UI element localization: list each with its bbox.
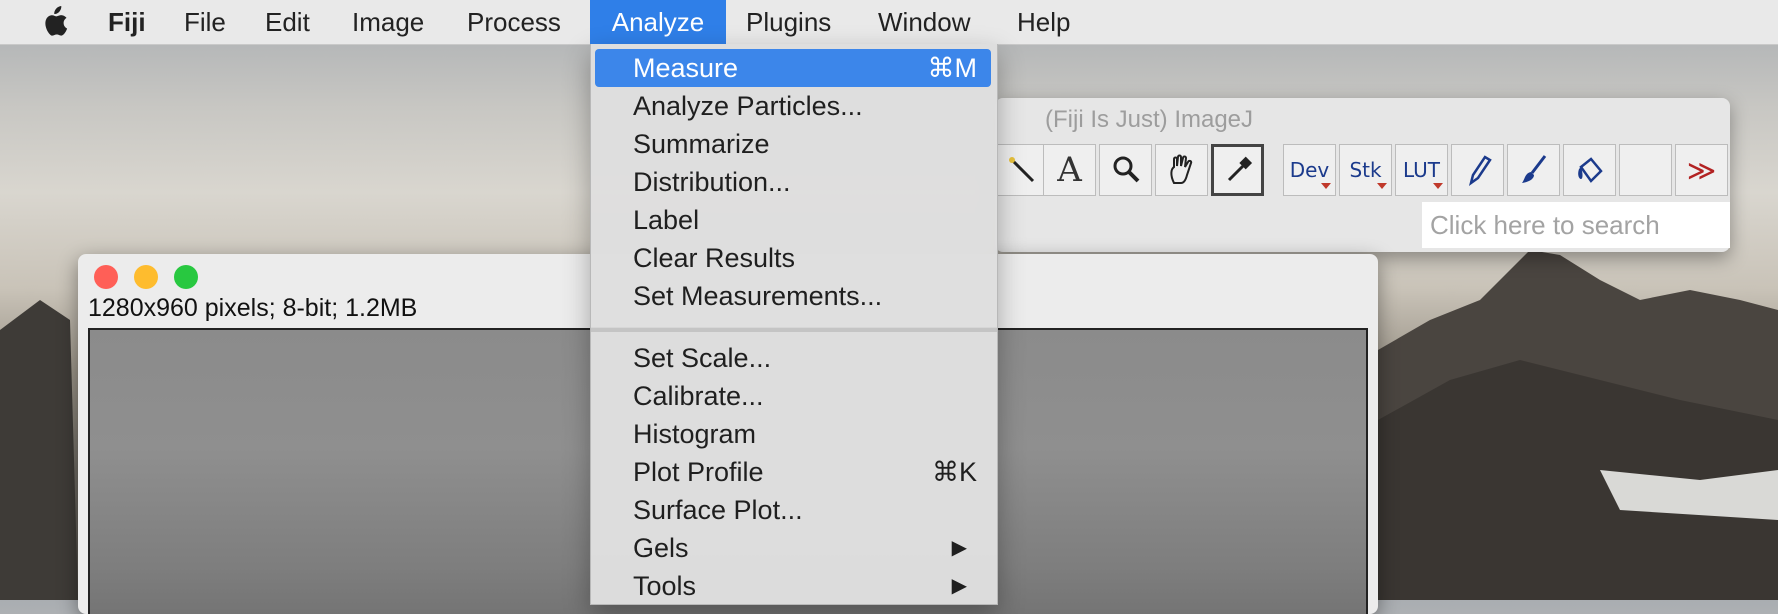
zoom-button[interactable]	[174, 265, 198, 289]
menu-item-label[interactable]: Label	[595, 201, 991, 239]
more-tools-icon[interactable]: ≫	[1675, 144, 1728, 196]
menu-fiji[interactable]: Fiji	[108, 0, 146, 44]
menu-item-set-measurements[interactable]: Set Measurements...	[595, 277, 991, 315]
apple-icon[interactable]	[40, 0, 68, 44]
menu-item-histogram[interactable]: Histogram	[595, 415, 991, 453]
menu-edit[interactable]: Edit	[265, 0, 310, 44]
text-tool-icon[interactable]: A	[1043, 144, 1096, 196]
menu-item-clear-results[interactable]: Clear Results	[595, 239, 991, 277]
menu-separator	[591, 327, 997, 332]
imagej-toolbar-window: (Fiji Is Just) ImageJ A Dev Stk LUT ≫ Cl…	[995, 98, 1730, 252]
menu-item-gels[interactable]: Gels ▶	[595, 529, 991, 567]
menu-image[interactable]: Image	[352, 0, 424, 44]
hand-tool-icon[interactable]	[1155, 144, 1208, 196]
brush-tool-icon[interactable]	[1507, 144, 1560, 196]
menu-analyze[interactable]: Analyze	[590, 0, 726, 44]
menu-item-measure[interactable]: Measure ⌘M	[595, 49, 991, 87]
menu-plugins[interactable]: Plugins	[746, 0, 831, 44]
image-info-text: 1280x960 pixels; 8-bit; 1.2MB	[88, 294, 418, 322]
submenu-arrow-icon: ▶	[951, 575, 967, 597]
wand-tool-icon[interactable]	[995, 144, 1048, 196]
stk-menu-button[interactable]: Stk	[1339, 144, 1392, 196]
minimize-button[interactable]	[134, 265, 158, 289]
lut-menu-button[interactable]: LUT	[1395, 144, 1448, 196]
flood-fill-tool-icon[interactable]	[1563, 144, 1616, 196]
empty-tool-slot[interactable]	[1619, 144, 1672, 196]
menu-item-analyze-particles[interactable]: Analyze Particles...	[595, 87, 991, 125]
menu-item-calibrate[interactable]: Calibrate...	[595, 377, 991, 415]
pencil-tool-icon[interactable]	[1451, 144, 1504, 196]
search-field[interactable]: Click here to search	[1422, 202, 1730, 248]
menu-file[interactable]: File	[184, 0, 226, 44]
menu-item-summarize[interactable]: Summarize	[595, 125, 991, 163]
analyze-dropdown-menu: Measure ⌘M Analyze Particles... Summarize…	[590, 44, 998, 605]
menu-process[interactable]: Process	[467, 0, 561, 44]
menu-bar: Fiji File Edit Image Process Analyze Plu…	[0, 0, 1778, 45]
menu-item-set-scale[interactable]: Set Scale...	[595, 339, 991, 377]
menu-item-surface-plot[interactable]: Surface Plot...	[595, 491, 991, 529]
color-picker-tool-icon[interactable]	[1211, 144, 1264, 196]
menu-help[interactable]: Help	[1017, 0, 1070, 44]
menu-item-plot-profile[interactable]: Plot Profile ⌘K	[595, 453, 991, 491]
submenu-arrow-icon: ▶	[951, 537, 967, 559]
magnifier-tool-icon[interactable]	[1099, 144, 1152, 196]
close-button[interactable]	[94, 265, 118, 289]
menu-item-tools[interactable]: Tools ▶	[595, 567, 991, 605]
menu-item-distribution[interactable]: Distribution...	[595, 163, 991, 201]
dev-menu-button[interactable]: Dev	[1283, 144, 1336, 196]
window-title: (Fiji Is Just) ImageJ	[1045, 106, 1254, 133]
menu-window[interactable]: Window	[878, 0, 970, 44]
